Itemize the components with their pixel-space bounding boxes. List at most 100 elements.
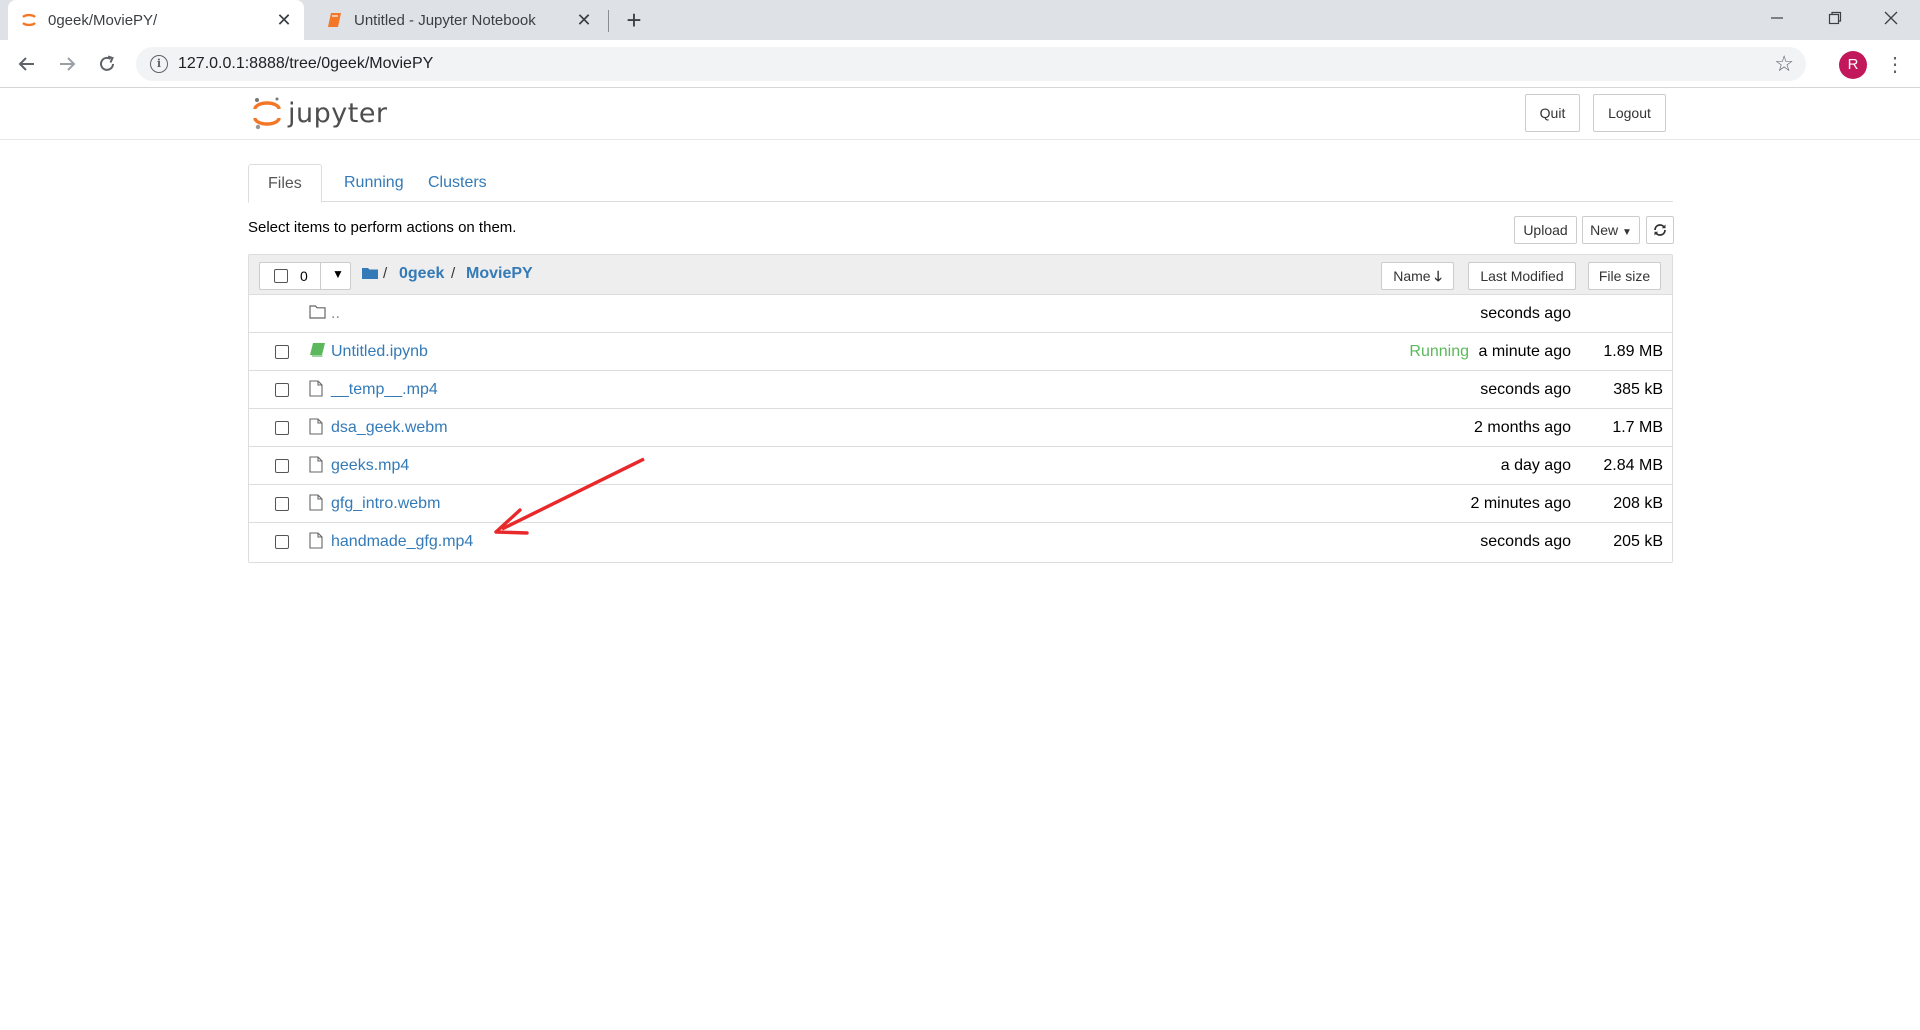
row-checkbox[interactable] [275,421,289,435]
file-icon [309,532,323,549]
jupyter-logo-icon [253,97,281,130]
split-divider [320,263,321,289]
caret-down-icon[interactable]: ▼ [332,267,344,281]
file-icon [309,380,323,397]
breadcrumb-separator: / [383,265,388,282]
list-item[interactable]: .. seconds ago [249,295,1672,333]
list-item[interactable]: Untitled.ipynb Running a minute ago 1.89… [249,333,1672,371]
last-modified: seconds ago [1480,381,1571,398]
row-checkbox[interactable] [275,383,289,397]
list-item[interactable]: __temp__.mp4 seconds ago 385 kB [249,371,1672,409]
browser-tab-active[interactable]: 0geek/MoviePY/ ✕ [8,0,304,40]
file-name-link[interactable]: Untitled.ipynb [331,343,428,361]
file-size: 1.89 MB [1603,343,1663,360]
row-checkbox[interactable] [275,345,289,359]
browser-tab-strip: 0geek/MoviePY/ ✕ Untitled - Jupyter Note… [0,0,1920,40]
list-item[interactable]: gfg_intro.webm 2 minutes ago 208 kB [249,485,1672,523]
running-status: Running [1409,343,1469,360]
site-info-icon[interactable]: i [150,55,168,73]
file-name-link[interactable]: .. [331,305,340,323]
browser-tab[interactable]: Untitled - Jupyter Notebook ✕ [314,0,604,40]
breadcrumb-item-current[interactable]: MoviePY [466,265,533,283]
sort-by-size-button[interactable]: File size [1588,262,1661,290]
dashboard-tabs: Files Running Clusters [248,164,1673,203]
breadcrumb-item[interactable]: 0geek [399,265,444,283]
caret-down-icon: ▼ [1622,227,1632,238]
folder-outline-icon [309,305,326,319]
last-modified: 2 months ago [1474,419,1571,436]
list-item[interactable]: dsa_geek.webm 2 months ago 1.7 MB [249,409,1672,447]
file-name-link[interactable]: dsa_geek.webm [331,419,448,437]
sort-by-name-button[interactable]: Name 🡓 [1381,262,1454,290]
browser-menu-icon[interactable]: ⋮ [1885,52,1905,78]
refresh-icon [1654,224,1666,236]
file-name-link[interactable]: handmade_gfg.mp4 [331,533,473,551]
refresh-button[interactable] [1646,216,1674,244]
new-tab-plus-icon[interactable]: + [620,6,648,34]
new-button-label: New [1590,222,1619,238]
jupyter-favicon-icon [22,13,36,27]
file-size: 2.84 MB [1603,457,1663,474]
last-modified: a minute ago [1478,343,1571,360]
file-list: 0 ▼ / 0geek / MoviePY Name 🡓 Last Modifi… [248,254,1673,563]
breadcrumb-separator: / [451,265,456,282]
browser-tab-title: Untitled - Jupyter Notebook [354,11,536,29]
jupyter-logo[interactable]: jupyter [252,96,388,130]
file-size: 205 kB [1613,533,1663,550]
back-arrow-icon[interactable] [13,50,41,78]
minimize-window-icon[interactable] [1748,0,1806,36]
list-item[interactable]: geeks.mp4 a day ago 2.84 MB [249,447,1672,485]
row-checkbox[interactable] [275,497,289,511]
restore-window-icon[interactable] [1806,0,1864,36]
file-icon [309,456,323,473]
file-name-link[interactable]: geeks.mp4 [331,457,409,475]
row-checkbox[interactable] [275,535,289,549]
bookmark-star-icon[interactable]: ☆ [1774,51,1794,77]
browser-toolbar: i 127.0.0.1:8888/tree/0geek/MoviePY ☆ R … [0,40,1920,88]
tab-running[interactable]: Running [325,164,423,202]
logout-button[interactable]: Logout [1593,94,1666,132]
forward-arrow-icon[interactable] [53,50,81,78]
file-name-link[interactable]: __temp__.mp4 [331,381,438,399]
file-size: 385 kB [1613,381,1663,398]
last-modified: a day ago [1500,457,1571,474]
red-arrow-annotation-icon [494,457,645,535]
list-item[interactable]: handmade_gfg.mp4 seconds ago 205 kB [249,523,1672,561]
arrow-down-icon: 🡓 [1434,268,1442,284]
select-all-control[interactable]: 0 ▼ [259,262,351,290]
last-modified: 2 minutes ago [1470,495,1571,512]
file-size: 208 kB [1613,495,1663,512]
row-checkbox[interactable] [275,459,289,473]
folder-icon[interactable] [362,266,378,280]
browser-tab-title: 0geek/MoviePY/ [48,11,158,29]
last-modified: seconds ago [1480,533,1571,550]
address-bar[interactable]: i 127.0.0.1:8888/tree/0geek/MoviePY ☆ [136,47,1806,81]
selection-hint: Select items to perform actions on them. [248,219,517,236]
close-tab-icon[interactable]: ✕ [274,10,294,30]
close-window-icon[interactable] [1862,0,1920,36]
file-list-header: 0 ▼ / 0geek / MoviePY Name 🡓 Last Modifi… [249,255,1672,295]
sort-by-modified-button[interactable]: Last Modified [1468,262,1576,290]
file-size: 1.7 MB [1612,419,1663,436]
select-all-checkbox[interactable] [274,269,288,283]
quit-button[interactable]: Quit [1525,94,1580,132]
new-dropdown-button[interactable]: New ▼ [1582,216,1640,244]
file-name-link[interactable]: gfg_intro.webm [331,495,440,513]
last-modified: seconds ago [1480,305,1571,322]
tab-files[interactable]: Files [248,164,322,203]
selected-count: 0 [300,268,308,284]
notebook-icon [310,343,325,357]
upload-button[interactable]: Upload [1514,216,1577,244]
notebook-favicon-icon [328,13,341,27]
url-text: 127.0.0.1:8888/tree/0geek/MoviePY [178,55,434,72]
reload-icon[interactable] [93,50,121,78]
file-icon [309,418,323,435]
jupyter-wordmark: jupyter [288,97,388,129]
tab-divider [608,10,609,32]
sort-name-label: Name [1393,268,1431,284]
tab-clusters[interactable]: Clusters [409,164,506,202]
jupyter-header: jupyter Quit Logout [0,88,1920,140]
profile-avatar[interactable]: R [1839,51,1867,79]
close-tab-icon[interactable]: ✕ [574,10,594,30]
file-icon [309,494,323,511]
